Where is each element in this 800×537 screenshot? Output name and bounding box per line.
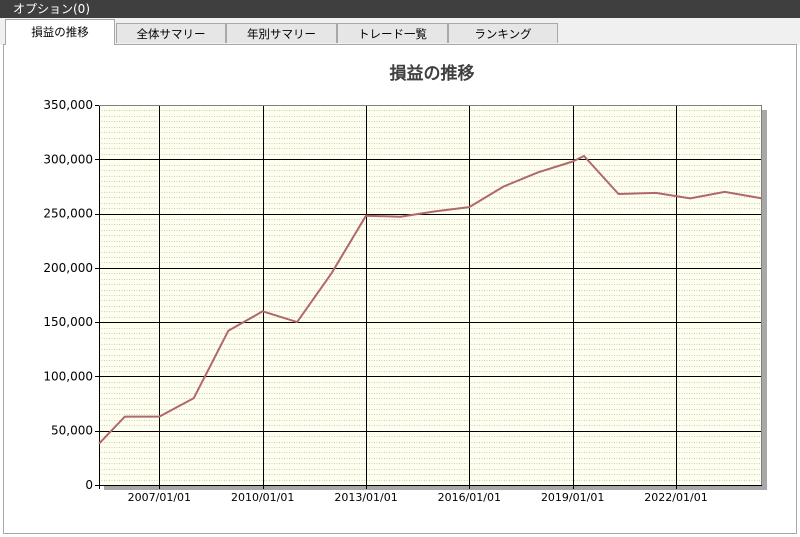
y-tick-label: 50,000 — [51, 424, 93, 438]
x-axis-labels: 2007/01/01 2010/01/01 2013/01/01 2016/01/01… — [128, 491, 708, 504]
y-tick-label: 200,000 — [43, 261, 93, 275]
x-tick-label: 2013/01/01 — [334, 491, 397, 504]
y-tick-label: 300,000 — [43, 152, 93, 166]
window-title[interactable]: オプション(0) — [13, 1, 90, 17]
y-tick-label: 350,000 — [43, 98, 93, 112]
x-tick-label: 2022/01/01 — [644, 491, 707, 504]
tab-trade-list[interactable]: トレード一覧 — [337, 23, 448, 43]
chart-title: 損益の推移 — [390, 63, 475, 84]
title-bar: オプション(0) — [0, 0, 800, 18]
y-tick-label: 100,000 — [43, 369, 93, 383]
x-tick-label: 2016/01/01 — [438, 491, 501, 504]
tab-overall-summary[interactable]: 全体サマリー — [116, 23, 226, 43]
x-tick-label: 2007/01/01 — [128, 491, 191, 504]
tab-strip: 損益の推移 全体サマリー 年別サマリー トレード一覧 ランキング — [0, 18, 800, 45]
chart-panel: 損益の推移 0 50,000 100,000 150,000 200,000 250,00… — [3, 44, 797, 534]
plot-area — [99, 105, 762, 485]
tab-profit-trend[interactable]: 損益の推移 — [5, 19, 115, 45]
x-tick-label: 2010/01/01 — [231, 491, 294, 504]
y-tick-label: 250,000 — [43, 207, 93, 221]
y-tick-label: 0 — [85, 478, 93, 492]
x-tick-label: 2019/01/01 — [541, 491, 604, 504]
tab-yearly-summary[interactable]: 年別サマリー — [226, 23, 337, 43]
y-axis-labels: 0 50,000 100,000 150,000 200,000 250,000 300,0… — [43, 98, 93, 492]
y-tick-label: 150,000 — [43, 315, 93, 329]
tab-ranking[interactable]: ランキング — [448, 23, 558, 43]
profit-chart: 損益の推移 0 50,000 100,000 150,000 200,000 250,00… — [43, 63, 767, 504]
